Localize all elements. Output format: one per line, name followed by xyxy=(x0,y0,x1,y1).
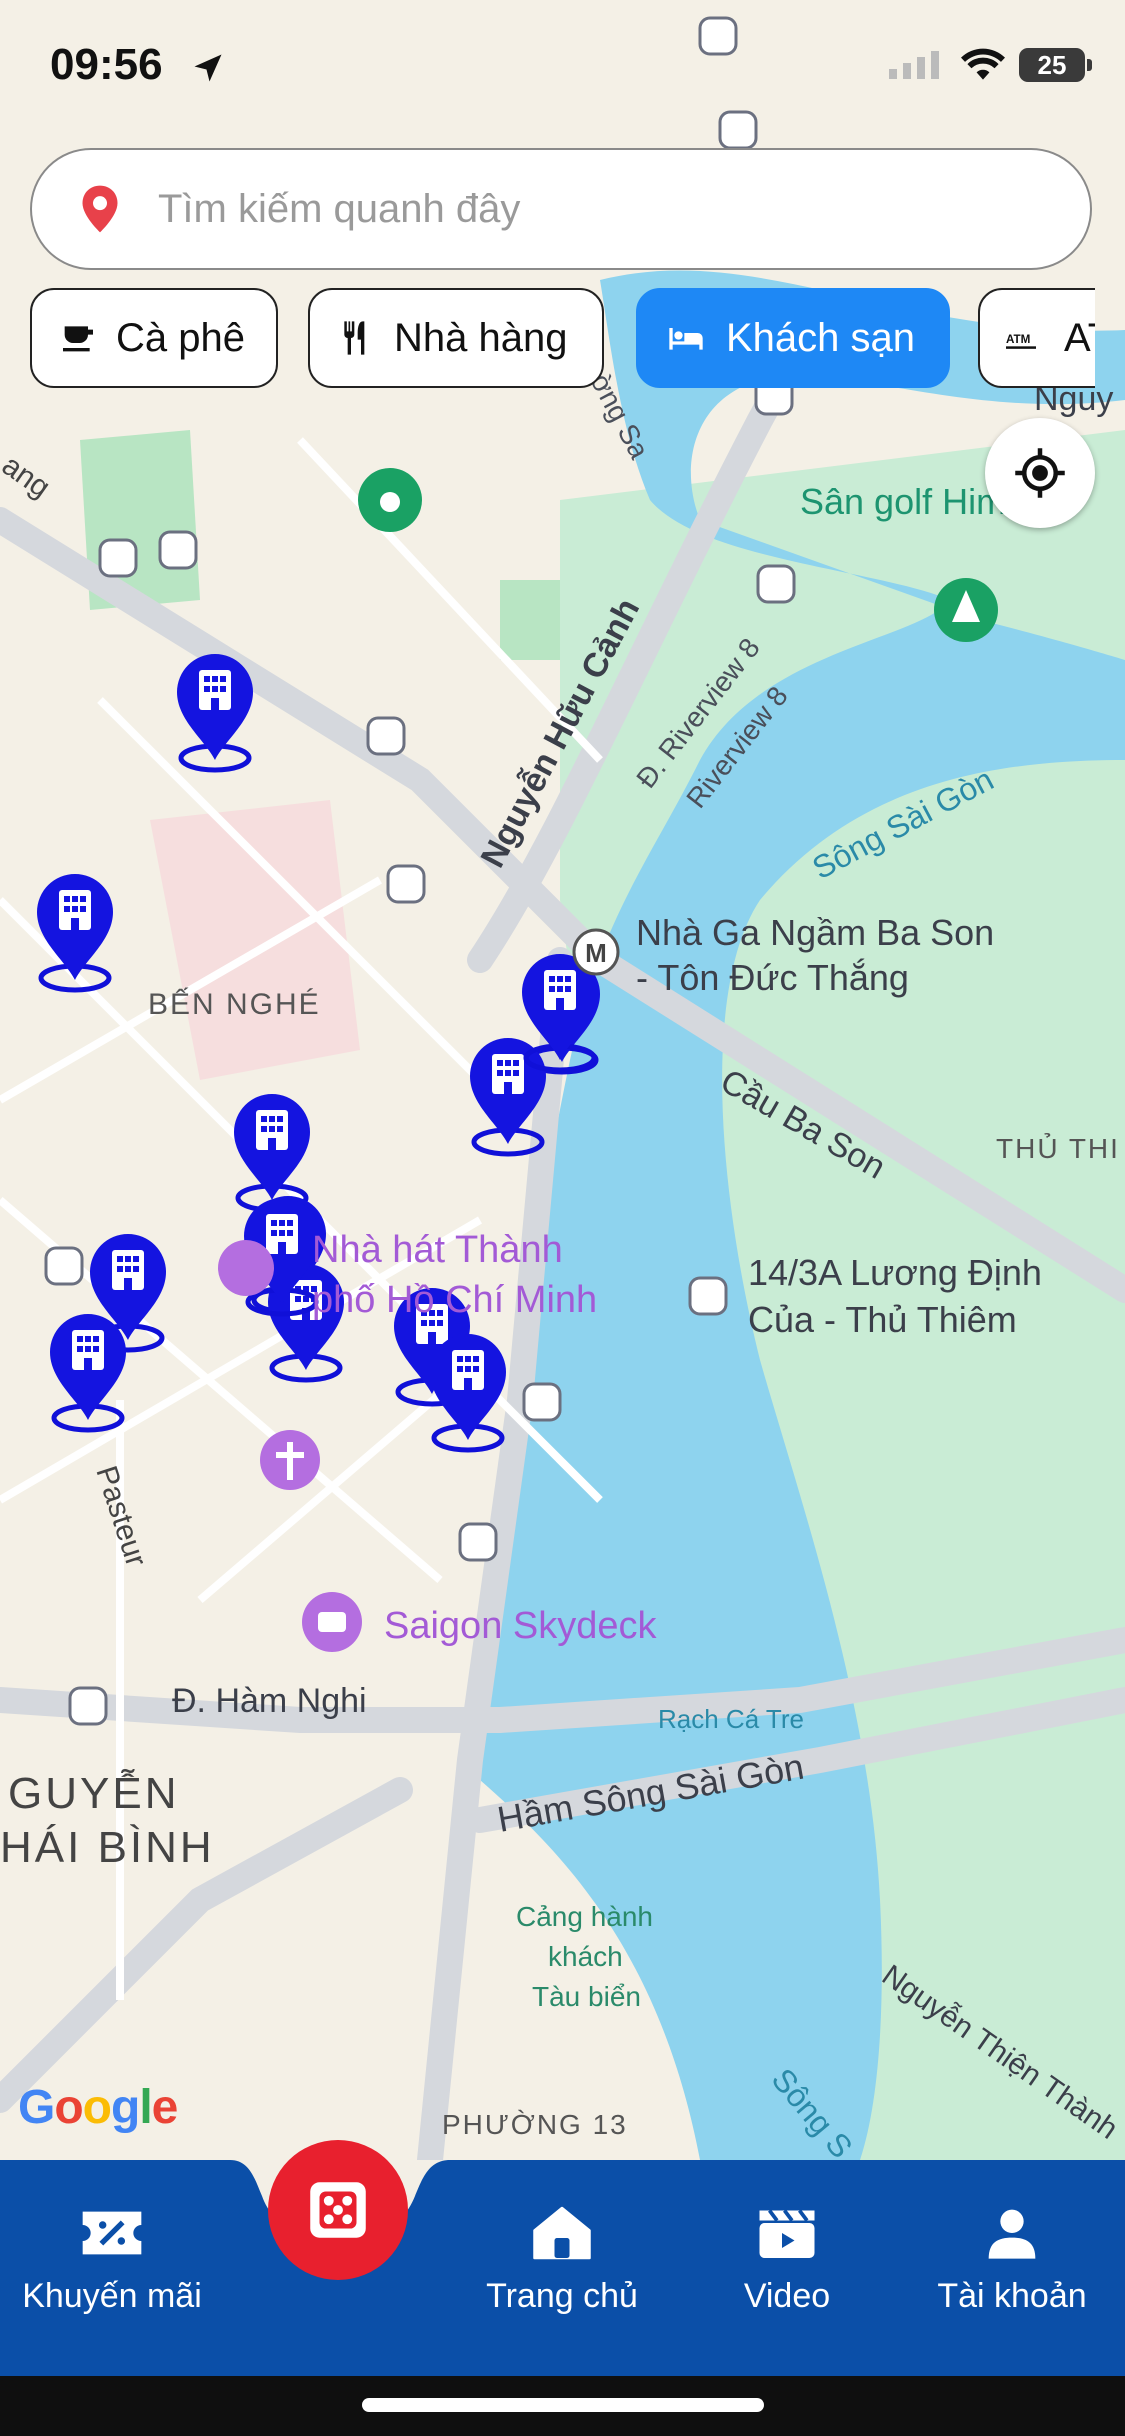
hotel-marker-icon[interactable] xyxy=(37,874,113,993)
chip-restaurant[interactable]: Nhà hàng xyxy=(308,288,604,388)
hotel-marker-icon[interactable] xyxy=(50,1314,126,1433)
map-label-nha-hat-2: phố Hồ Chí Minh xyxy=(312,1279,597,1321)
svg-text:ATM: ATM xyxy=(1006,333,1030,346)
map-label-rach-ca-tre: Rạch Cá Tre xyxy=(658,1704,804,1734)
nav-video-label: Video xyxy=(743,2277,831,2315)
map-label-cang-3: Tàu biển xyxy=(532,1981,641,2012)
map-label-luong-dinh-2: Của - Thủ Thiêm xyxy=(748,1299,1017,1340)
nav-promotions[interactable]: Khuyến mãi xyxy=(12,2205,212,2316)
map-label-nha-hat-1: Nhà hát Thành xyxy=(312,1229,563,1271)
zoo-poi-icon[interactable] xyxy=(358,468,422,532)
user-icon xyxy=(988,2209,1036,2259)
crosshair-icon xyxy=(1015,448,1065,498)
search-input[interactable]: Tìm kiếm quanh đây xyxy=(158,187,520,232)
park-poi-icon[interactable] xyxy=(934,578,998,642)
bed-icon xyxy=(669,328,703,350)
chip-atm[interactable]: ATM ATM xyxy=(978,288,1095,388)
category-chips: Cà phê Nhà hàng Khách sạn ATM ATM xyxy=(30,288,1095,388)
search-bar[interactable]: Tìm kiếm quanh đây xyxy=(30,148,1092,270)
nav-account[interactable]: Tài khoản xyxy=(912,2205,1112,2316)
my-location-button[interactable] xyxy=(985,418,1095,528)
hotel-marker-icon[interactable] xyxy=(430,1334,506,1453)
map-label-nha-ga-1: Nhà Ga Ngầm Ba Son xyxy=(636,912,994,953)
camera-poi-icon[interactable] xyxy=(302,1592,362,1652)
coffee-cup-icon xyxy=(63,326,93,352)
nav-promotions-label: Khuyến mãi xyxy=(22,2277,202,2315)
chip-hotel[interactable]: Khách sạn xyxy=(636,288,950,388)
nav-video[interactable]: Video xyxy=(687,2205,887,2316)
chip-atm-label: ATM xyxy=(1064,315,1095,360)
chip-restaurant-label: Nhà hàng xyxy=(394,315,568,360)
chip-coffee[interactable]: Cà phê xyxy=(30,288,278,388)
music-poi-icon[interactable] xyxy=(218,1240,274,1296)
hotel-marker-icon[interactable] xyxy=(470,1038,546,1157)
dice-button[interactable] xyxy=(268,2140,408,2280)
wifi-icon xyxy=(961,48,1005,80)
map-label-san-golf: Sân golf Him xyxy=(800,481,1006,522)
battery-indicator: 25 xyxy=(1019,48,1092,82)
svg-text:M: M xyxy=(585,938,607,968)
location-arrow-icon xyxy=(194,54,222,82)
fork-knife-icon xyxy=(344,321,365,355)
map-label-ham-nghi: Đ. Hàm Nghi xyxy=(172,1682,367,1720)
map-label-cang-1: Cảng hành xyxy=(516,1901,653,1932)
video-clapper-icon xyxy=(759,2209,815,2258)
nav-account-label: Tài khoản xyxy=(937,2277,1087,2315)
nav-home[interactable]: Trang chủ xyxy=(462,2205,662,2316)
map-label-saigon-skydeck: Saigon Skydeck xyxy=(384,1605,657,1647)
chip-coffee-label: Cà phê xyxy=(116,315,245,360)
map-label-luong-dinh-1: 14/3A Lương Định xyxy=(748,1252,1042,1293)
nav-home-label: Trang chủ xyxy=(486,2277,638,2315)
status-time: 09:56 xyxy=(50,40,163,89)
discount-ticket-icon xyxy=(82,2211,142,2255)
status-bar: 09:56 25 xyxy=(0,0,1125,140)
map-label-nguyen-thai-binh-2: HÁI BÌNH xyxy=(0,1823,215,1872)
chip-hotel-label: Khách sạn xyxy=(726,315,916,360)
atm-icon: ATM xyxy=(1006,333,1036,349)
home-icon xyxy=(533,2206,591,2260)
location-pin-icon xyxy=(82,185,118,233)
google-logo: Google xyxy=(18,2081,178,2134)
map-label-phuong-13: PHƯỜNG 13 xyxy=(442,2109,628,2140)
map-label-nguyen-thai-binh-1: GUYỄN xyxy=(8,1768,179,1818)
church-poi-icon[interactable] xyxy=(260,1430,320,1490)
map-label-ben-nghe: BẾN NGHÉ xyxy=(148,987,321,1021)
metro-icon[interactable]: M xyxy=(572,928,620,976)
hotel-marker-icon[interactable] xyxy=(234,1094,310,1213)
dice-icon xyxy=(310,2182,366,2238)
map-label-cang-2: khách xyxy=(548,1941,623,1972)
map-label-nha-ga-2: - Tôn Đức Thắng xyxy=(636,957,909,998)
hotel-marker-icon[interactable] xyxy=(177,654,253,773)
signal-icon xyxy=(889,51,939,79)
map-label-thu-thiem: THỦ THI xyxy=(996,1132,1120,1164)
home-indicator xyxy=(362,2398,764,2412)
